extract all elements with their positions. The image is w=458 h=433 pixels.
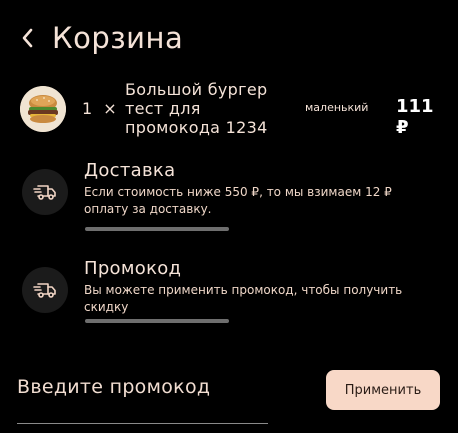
item-name: Большой бургер тест для промокода 1234 bbox=[125, 80, 268, 137]
item-price: 111 ₽ bbox=[396, 96, 434, 138]
quantity-value: 1 bbox=[82, 99, 93, 118]
item-size: маленький bbox=[305, 101, 369, 114]
times-sign: × bbox=[103, 99, 117, 118]
header: Корзина bbox=[20, 18, 183, 58]
apply-promo-button[interactable]: Применить bbox=[326, 370, 440, 410]
delivery-title: Доставка bbox=[84, 160, 176, 181]
promo-input-underline bbox=[17, 423, 268, 424]
promo-description: Вы можете применить промокод, чтобы полу… bbox=[84, 283, 403, 314]
quantity: 1 × bbox=[82, 99, 117, 118]
cart-item[interactable]: 1 × Большой бургер тест для промокода 12… bbox=[20, 80, 440, 140]
delivery-description: Если стоимость ниже 550 ₽, то мы взимаем… bbox=[84, 185, 392, 216]
promo-title: Промокод bbox=[84, 258, 182, 279]
promo-code-input[interactable] bbox=[17, 371, 268, 403]
delivery-info: Доставка Если стоимость ниже 550 ₽, то м… bbox=[22, 160, 442, 240]
promo-icon-container bbox=[22, 267, 68, 313]
delivery-divider bbox=[85, 227, 229, 231]
page-title: Корзина bbox=[52, 21, 184, 55]
promo-info: Промокод Вы можете применить промокод, ч… bbox=[22, 258, 442, 328]
back-button[interactable] bbox=[20, 23, 44, 53]
burger-icon bbox=[20, 86, 66, 132]
delivery-truck-icon bbox=[33, 283, 56, 298]
chevron-left-icon bbox=[22, 28, 33, 48]
delivery-truck-icon bbox=[33, 185, 56, 200]
product-image bbox=[20, 86, 66, 132]
delivery-icon-container bbox=[22, 169, 68, 215]
promo-divider bbox=[85, 319, 229, 323]
